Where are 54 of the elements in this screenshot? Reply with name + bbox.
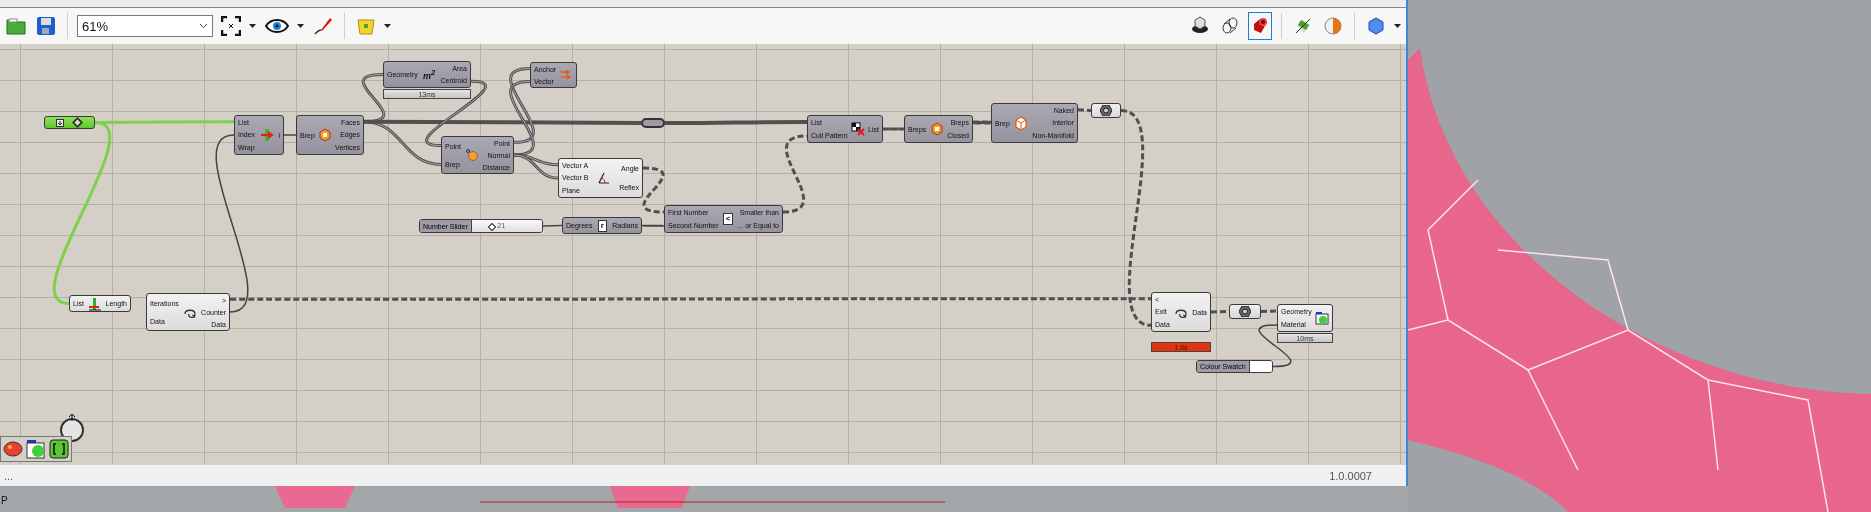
wireframe-eye-icon — [1190, 16, 1210, 36]
checker-icon — [850, 122, 865, 136]
nut-icon — [1100, 105, 1112, 116]
pen-icon — [313, 16, 333, 36]
folder-icon — [6, 16, 26, 36]
arrow-icon — [259, 128, 274, 142]
bars-icon — [87, 296, 102, 311]
cluster-icon[interactable] — [49, 439, 69, 459]
colour-swatch[interactable] — [1249, 361, 1272, 372]
eye-icon — [265, 18, 289, 34]
sphere-icon — [1323, 16, 1343, 36]
zoom-dropdown[interactable]: 61% — [77, 15, 213, 37]
relay-node[interactable] — [641, 118, 665, 128]
nut-icon — [1239, 306, 1251, 317]
toggle-node[interactable] — [44, 116, 95, 129]
preview-icon[interactable] — [26, 439, 46, 459]
data-dam-node[interactable] — [1229, 304, 1261, 319]
data-dam-node[interactable] — [1091, 103, 1121, 118]
wire — [641, 224, 665, 227]
wire — [642, 166, 665, 214]
wire — [1077, 108, 1092, 112]
icon-label: < — [722, 213, 734, 225]
icon-label: m$^{2}$ — [423, 68, 436, 81]
cube-icon — [1014, 116, 1029, 130]
cylinder-icon — [1293, 16, 1313, 36]
wire — [971, 120, 993, 125]
wire — [542, 224, 563, 227]
wire — [883, 127, 904, 131]
icon-label: r — [597, 219, 607, 232]
frame-icon — [221, 16, 241, 36]
save-icon — [36, 16, 56, 36]
bucket-icon — [356, 16, 376, 36]
caret-icon[interactable] — [384, 24, 391, 28]
version-label: 1.0.0007 — [1329, 469, 1372, 482]
sphere-icon[interactable] — [3, 439, 23, 459]
wireframe-cylinder-icon — [1220, 16, 1240, 36]
wire — [283, 134, 297, 136]
point-icon — [464, 148, 479, 162]
brep-icon — [317, 128, 332, 142]
slider-thumb[interactable] — [488, 222, 497, 232]
chevron-icon — [199, 23, 208, 29]
angle-icon — [596, 171, 611, 185]
hexagon-icon — [72, 117, 83, 128]
navigation-widget-icon[interactable] — [58, 414, 86, 442]
arrows-icon — [559, 68, 573, 82]
brep-icon — [929, 122, 944, 136]
toggle-icon[interactable] — [56, 118, 64, 127]
caret-icon[interactable] — [1394, 24, 1401, 28]
caret-icon[interactable] — [297, 24, 304, 28]
caret-icon[interactable] — [249, 24, 256, 28]
viewport-label: P — [1, 495, 8, 506]
hexagon-icon — [1366, 16, 1386, 36]
wire — [1260, 309, 1278, 313]
status-text: ... — [4, 469, 14, 482]
